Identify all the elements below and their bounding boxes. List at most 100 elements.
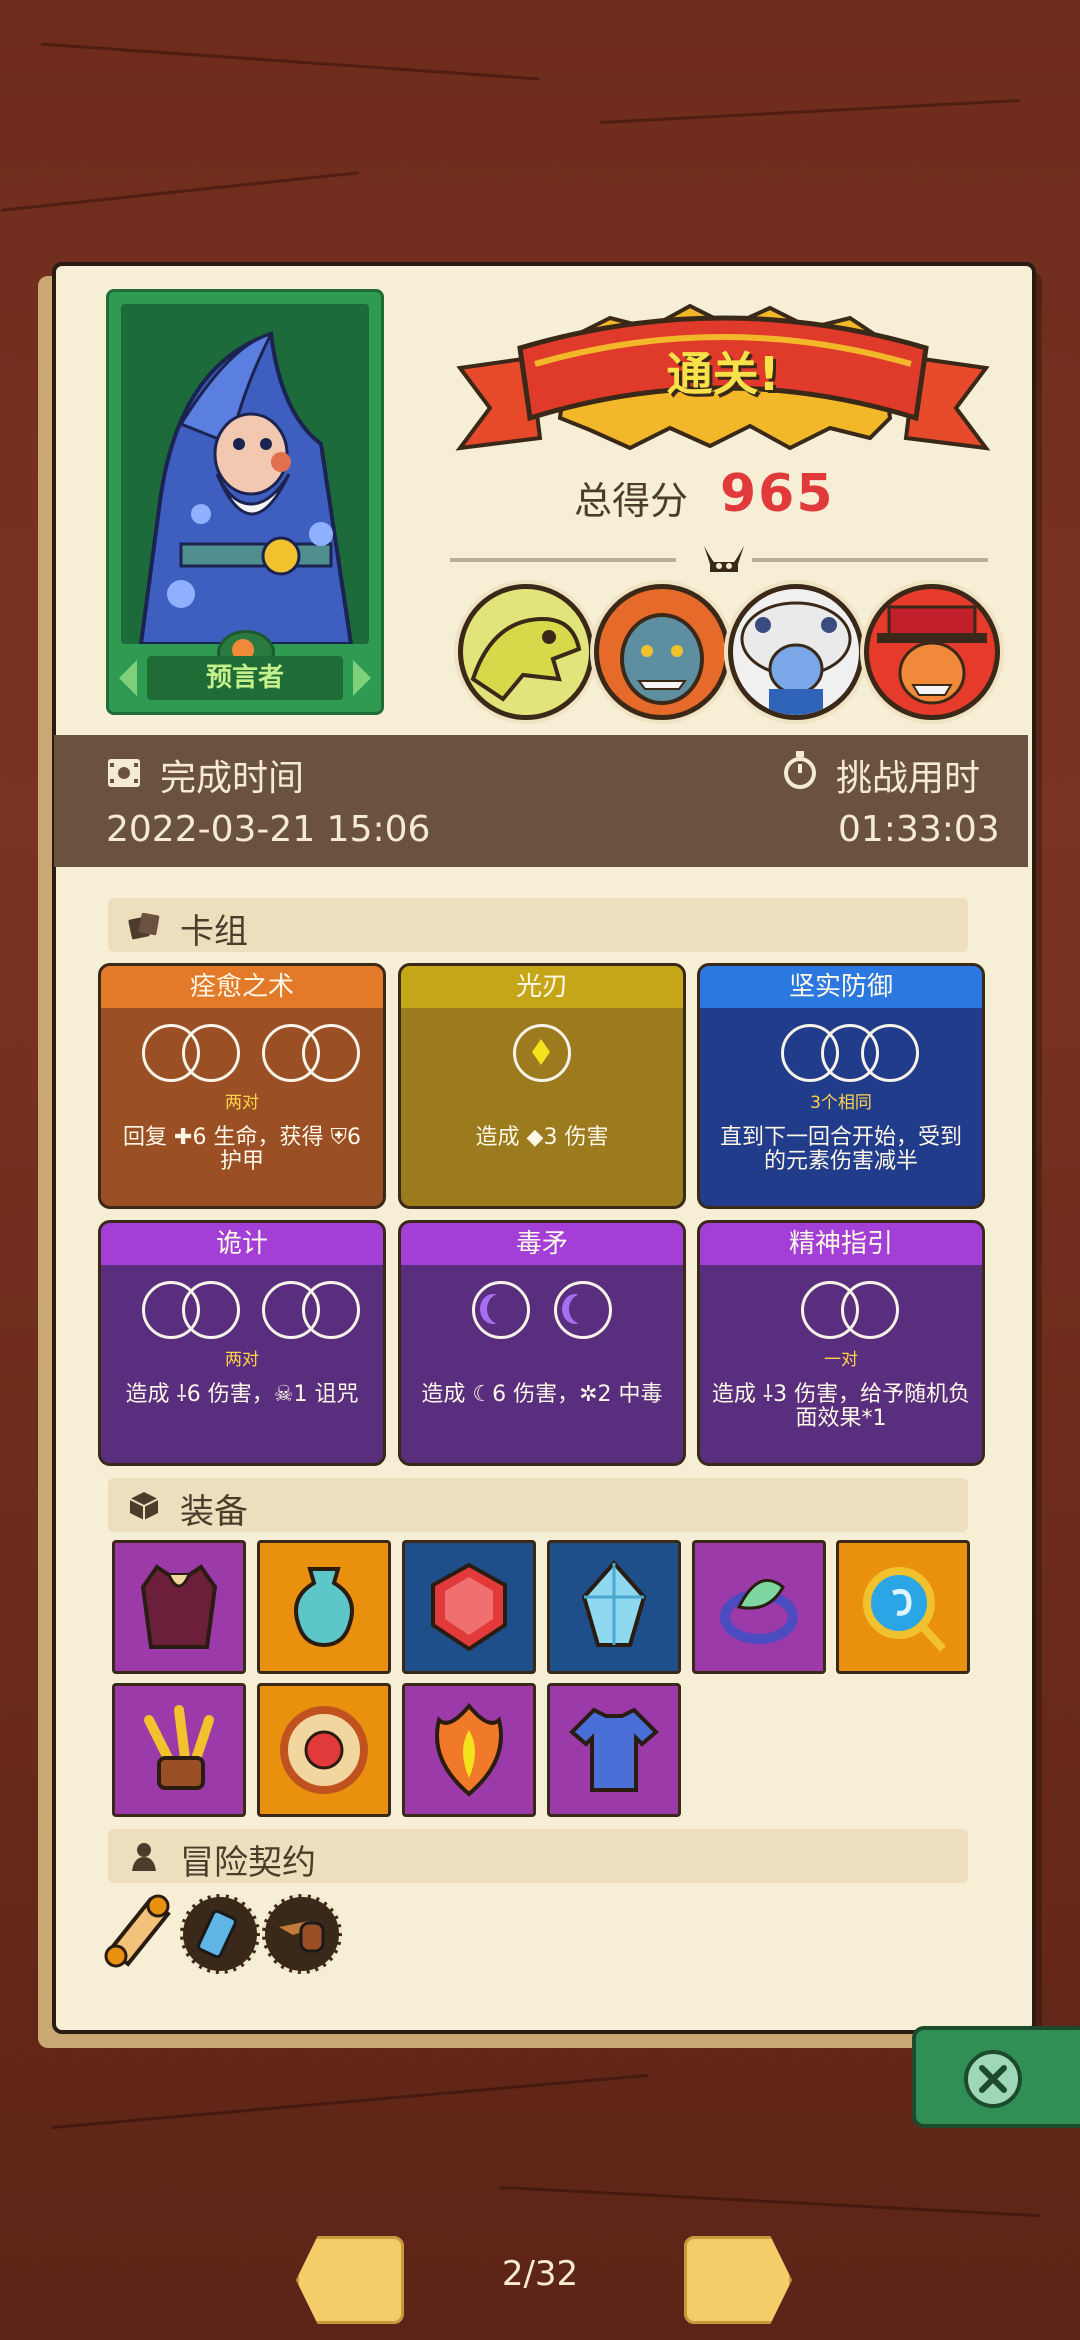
water-orb-icon [863,1567,946,1652]
wizard-icon [138,331,354,644]
prev-page-button[interactable] [296,2236,404,2324]
victory-banner: 通关! [450,298,996,468]
moon-slot-icon [554,1281,612,1339]
card-spirit-guide[interactable]: 精神指引 一对 造成 ⸸3 伤害，给予随机负面效果*1 [697,1220,985,1466]
finish-time-value: 2022-03-21 15:06 [106,809,431,850]
card-dice-slots [101,1024,383,1084]
card-title: 诡计 [101,1223,383,1265]
card-light-blade[interactable]: 光刃 造成 ◆3 伤害 [398,963,686,1209]
page-indicator: 2/32 [501,2254,579,2294]
card-title: 毒矛 [401,1223,683,1265]
challenge-time-label: 挑战用时 [836,758,981,799]
hero-name: 预言者 [147,656,343,700]
card-requirement: 两对 [225,1093,259,1113]
boss-portrait-2[interactable] [594,584,730,720]
card-description: 造成 ☾6 伤害，✲2 中毒 [421,1382,663,1407]
card-title: 坚实防御 [700,966,982,1008]
deck-section-title: 卡组 [180,912,248,952]
person-icon [132,1843,156,1871]
contract-slot-pipe[interactable] [262,1894,342,1974]
equipment-slot-5[interactable] [692,1540,826,1674]
boss-portrait-4[interactable] [864,584,1000,720]
equipment-slot-1[interactable] [112,1540,246,1674]
orange-troll-icon [620,613,704,705]
armor-vest-icon [140,1564,218,1649]
wood-grain [600,99,1020,124]
wood-grain [0,171,360,212]
equipment-slot-10[interactable] [547,1683,681,1817]
card-title: 痊愈之术 [101,966,383,1008]
card-dice-slots [101,1281,383,1341]
equipment-slot-3[interactable] [402,1540,536,1674]
finish-time-label: 完成时间 [160,758,305,799]
moon-slot-icon [472,1281,530,1339]
card-trick[interactable]: 诡计 两对 造成 ⸸6 伤害，☠1 诅咒 [98,1220,386,1466]
bandage-icon [197,1909,237,1959]
golden-claw-icon [144,1705,214,1790]
blue-gem-icon [581,1559,647,1647]
card-title: 光刃 [401,966,683,1008]
vase-icon [294,1567,354,1648]
total-score: 总得分 965 [574,464,894,526]
score-value: 965 [720,464,835,524]
card-dice-slots [700,1024,982,1084]
hero-portrait-art [121,304,369,644]
equipment-slot-9[interactable] [402,1683,536,1817]
deck-section-header: 卡组 [108,898,968,952]
next-hero-arrow-icon[interactable] [353,660,371,696]
boss-portrait-3[interactable] [728,584,864,720]
score-label: 总得分 [574,479,689,523]
card-requirement: 一对 [824,1350,858,1370]
equipment-section-title: 装备 [180,1492,248,1532]
equipment-slot-8[interactable] [257,1683,391,1817]
card-dice-slots [401,1281,683,1341]
card-description: 造成 ⸸3 伤害，给予随机负面效果*1 [711,1382,971,1431]
scroll-icon[interactable] [100,1890,176,1970]
card-title: 精神指引 [700,1223,982,1265]
stopwatch-icon [784,751,816,789]
leaf-ring-icon [720,1578,798,1644]
film-calendar-icon [108,759,140,787]
card-requirement: 两对 [225,1350,259,1370]
yeti-icon [740,601,852,715]
red-hat-villain-icon [877,605,987,705]
card-description: 造成 ◆3 伤害 [475,1125,609,1150]
divider-left [450,558,676,562]
victory-banner-text: 通关! [666,347,780,401]
diamond-slot-icon [513,1024,571,1082]
hero-portrait-card[interactable]: 预言者 [106,289,384,715]
wood-grain [500,2185,1040,2218]
equipment-slot-4[interactable] [547,1540,681,1674]
card-requirement: 3个相同 [810,1093,872,1113]
equipment-slot-7[interactable] [112,1683,246,1817]
wood-grain [40,42,540,81]
next-page-button[interactable] [684,2236,792,2324]
close-button[interactable] [912,2026,1080,2128]
challenge-time-value: 01:33:03 [838,809,1000,850]
card-description: 造成 ⸸6 伤害，☠1 诅咒 [125,1382,359,1407]
equipment-slot-2[interactable] [257,1540,391,1674]
card-poison-spear[interactable]: 毒矛 造成 ☾6 伤害，✲2 中毒 [398,1220,686,1466]
dino-skeleton-icon [470,616,582,702]
divider-right [752,558,988,562]
card-solid-defense[interactable]: 坚实防御 3个相同 直到下一回合开始，受到的元素伤害减半 [697,963,985,1209]
card-description: 直到下一回合开始，受到的元素伤害减半 [719,1125,962,1174]
skull-horns-icon [704,546,744,572]
equipment-slot-6[interactable] [836,1540,970,1674]
close-icon[interactable] [964,2050,1022,2108]
prev-hero-arrow-icon[interactable] [119,660,137,696]
red-gem-icon [431,1562,507,1652]
contract-section-header: 冒险契约 [108,1829,968,1883]
box-icon [129,1492,159,1520]
card-healing[interactable]: 痊愈之术 两对 回复 ✚6 生命，获得 ⛨6 护甲 [98,963,386,1209]
blue-tunic-icon [569,1707,659,1792]
time-info-bar: 完成时间 2022-03-21 15:06 挑战用时 01:33:03 [54,735,1028,867]
round-shield-icon [280,1706,368,1794]
card-description: 回复 ✚6 生命，获得 ⛨6 护甲 [123,1125,361,1174]
boss-portrait-1[interactable] [458,584,594,720]
contract-slot-bandage[interactable] [180,1894,260,1974]
contract-section-title: 冒险契约 [180,1843,316,1883]
card-dice-slots [700,1281,982,1341]
pipe-icon [279,1921,325,1953]
cards-icon [128,912,160,940]
